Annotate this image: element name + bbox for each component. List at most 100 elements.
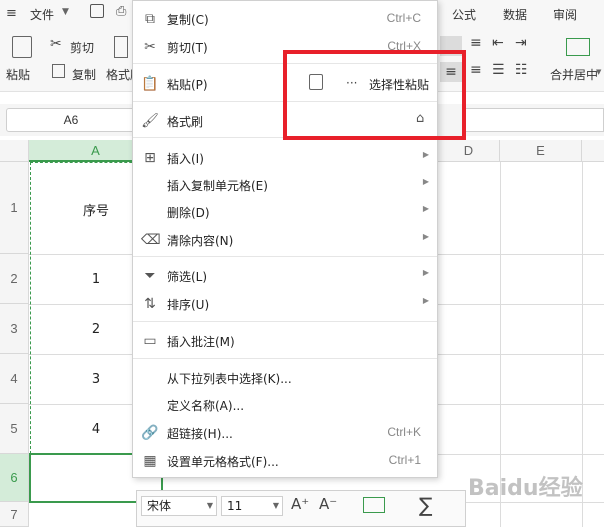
ribbon-format-painter-button[interactable]: 格式刷 — [106, 66, 132, 83]
menu-item-label: 插入批注(M) — [167, 335, 235, 349]
distribute-icon[interactable]: ☷ — [515, 62, 528, 78]
font-name-value: 宋体 — [147, 499, 172, 513]
chevron-down-icon: ▼ — [272, 501, 279, 510]
menu-item-shortcut: Ctrl+K — [387, 425, 421, 439]
menu-item-insert[interactable]: ⊞ 插入(I) ▶ — [133, 145, 437, 171]
increase-font-icon[interactable]: A⁺ — [291, 495, 309, 513]
link-icon: 🔗 — [141, 425, 159, 441]
file-menu[interactable]: 文件 — [30, 6, 54, 23]
insert-icon: ⊞ — [144, 150, 156, 166]
menu-separator — [133, 321, 437, 322]
scissors-icon[interactable]: ✂ — [50, 36, 62, 52]
menu-item-label: 粘贴(P) — [167, 78, 208, 92]
submenu-arrow-icon: ▶ — [422, 268, 429, 277]
menu-item-label: 超链接(H)... — [167, 427, 233, 441]
menu-item-label: 从下拉列表中选择(K)... — [167, 372, 292, 386]
row-header-6[interactable]: 6 — [0, 454, 29, 502]
row-header-2[interactable]: 2 — [0, 254, 29, 304]
column-header-e[interactable]: E — [500, 140, 582, 162]
format-painter-icon: 🖌 — [141, 113, 159, 129]
menu-item-shortcut: Ctrl+C — [386, 11, 421, 25]
submenu-arrow-icon: ▶ — [422, 177, 429, 186]
copy-icon[interactable] — [52, 64, 65, 78]
menu-item-label: 复制(C) — [167, 13, 209, 27]
font-name-select[interactable]: 宋体 ▼ — [141, 496, 217, 516]
tab-formulas[interactable]: 公式 — [452, 6, 476, 23]
ribbon-copy-button[interactable]: 复制 — [72, 66, 96, 83]
submenu-arrow-icon: ▶ — [422, 150, 429, 159]
ribbon-cut-button[interactable]: 剪切 — [70, 39, 94, 56]
format-cells-icon: ▦ — [143, 453, 157, 469]
align-middle-icon[interactable]: ≡ — [470, 35, 482, 51]
scissors-icon: ✂ — [144, 39, 156, 55]
paste-icon: 📋 — [141, 76, 159, 92]
highlight-box — [283, 50, 466, 140]
mini-toolbar: 宋体 ▼ 11 ▼ A⁺ A⁻ ∑ — [136, 490, 466, 527]
row-header-4[interactable]: 4 — [0, 354, 29, 404]
sort-icon: ⇅ — [144, 296, 156, 312]
merge-center-button[interactable]: 合并居中 — [550, 66, 598, 83]
tab-data[interactable]: 数据 — [503, 6, 527, 23]
menu-item-define-name[interactable]: 定义名称(A)... — [133, 392, 437, 418]
menu-item-filter[interactable]: ⏷ 筛选(L) ▶ — [133, 263, 437, 289]
menu-item-copy[interactable]: ⧉ 复制(C) Ctrl+C — [133, 6, 437, 32]
menu-item-label: 筛选(L) — [167, 270, 208, 284]
column-header-d[interactable]: D — [438, 140, 500, 162]
menu-item-label: 定义名称(A)... — [167, 399, 245, 413]
indent-decrease-icon[interactable]: ⇤ — [492, 35, 504, 51]
menu-item-insert-copied[interactable]: 插入复制单元格(E) ▶ — [133, 172, 437, 198]
filter-icon: ⏷ — [144, 268, 156, 284]
print-icon[interactable]: ⎙ — [116, 4, 126, 19]
formula-input[interactable] — [462, 108, 604, 132]
submenu-arrow-icon: ▶ — [422, 296, 429, 305]
watermark-logo: Baidu经验 — [468, 476, 583, 501]
chevron-down-icon: ▼ — [206, 501, 213, 510]
merge-chevron-icon[interactable]: ▼ — [596, 68, 601, 76]
align-right-icon[interactable]: ≡ — [470, 62, 482, 78]
name-box[interactable]: A6 — [6, 108, 136, 132]
menu-item-pick-list[interactable]: 从下拉列表中选择(K)... — [133, 365, 437, 391]
menu-item-hyperlink[interactable]: 🔗 超链接(H)... Ctrl+K — [133, 420, 437, 446]
comment-icon: ▭ — [143, 333, 157, 349]
menu-item-label: 插入(I) — [167, 152, 204, 166]
tab-review[interactable]: 审阅 — [553, 6, 577, 23]
submenu-arrow-icon: ▶ — [422, 232, 429, 241]
font-size-value: 11 — [227, 499, 243, 513]
menu-item-label: 插入复制单元格(E) — [167, 179, 268, 193]
hamburger-menu-icon[interactable]: ≡ — [6, 6, 17, 21]
menu-separator — [133, 256, 437, 257]
save-icon[interactable] — [90, 4, 104, 18]
menu-separator — [133, 358, 437, 359]
menu-item-format-cells[interactable]: ▦ 设置单元格格式(F)... Ctrl+1 — [133, 448, 437, 474]
menu-item-sort[interactable]: ⇅ 排序(U) ▶ — [133, 291, 437, 317]
menu-item-label: 剪切(T) — [167, 41, 208, 55]
submenu-arrow-icon: ▶ — [422, 204, 429, 213]
select-all-corner[interactable] — [0, 140, 29, 162]
chevron-down-icon[interactable]: ▼ — [62, 7, 69, 17]
justify-icon[interactable]: ☰ — [492, 62, 505, 78]
menu-item-label: 清除内容(N) — [167, 234, 234, 248]
paste-icon[interactable] — [12, 36, 32, 58]
format-painter-icon[interactable] — [114, 36, 128, 58]
decrease-font-icon[interactable]: A⁻ — [319, 495, 337, 513]
indent-increase-icon[interactable]: ⇥ — [515, 35, 527, 51]
menu-item-label: 格式刷 — [167, 115, 204, 129]
merge-center-icon[interactable] — [566, 38, 590, 56]
menu-item-label: 删除(D) — [167, 206, 210, 220]
merge-cells-icon[interactable] — [363, 497, 385, 513]
row-header-7[interactable]: 7 — [0, 502, 29, 527]
menu-item-insert-comment[interactable]: ▭ 插入批注(M) — [133, 328, 437, 354]
ribbon-paste-button[interactable]: 粘贴 — [6, 66, 30, 83]
row-header-3[interactable]: 3 — [0, 304, 29, 354]
row-header-5[interactable]: 5 — [0, 404, 29, 454]
autosum-icon[interactable]: ∑ — [419, 493, 432, 517]
menu-item-label: 排序(U) — [167, 298, 210, 312]
menu-item-clear[interactable]: ⌫ 清除内容(N) ▶ — [133, 227, 437, 253]
font-size-select[interactable]: 11 ▼ — [221, 496, 283, 516]
menu-item-label: 设置单元格格式(F)... — [167, 455, 279, 469]
copy-icon: ⧉ — [145, 11, 155, 27]
eraser-icon: ⌫ — [141, 232, 161, 248]
menu-item-delete[interactable]: 删除(D) ▶ — [133, 199, 437, 225]
menu-item-shortcut: Ctrl+1 — [388, 453, 421, 467]
row-header-1[interactable]: 1 — [0, 162, 29, 254]
